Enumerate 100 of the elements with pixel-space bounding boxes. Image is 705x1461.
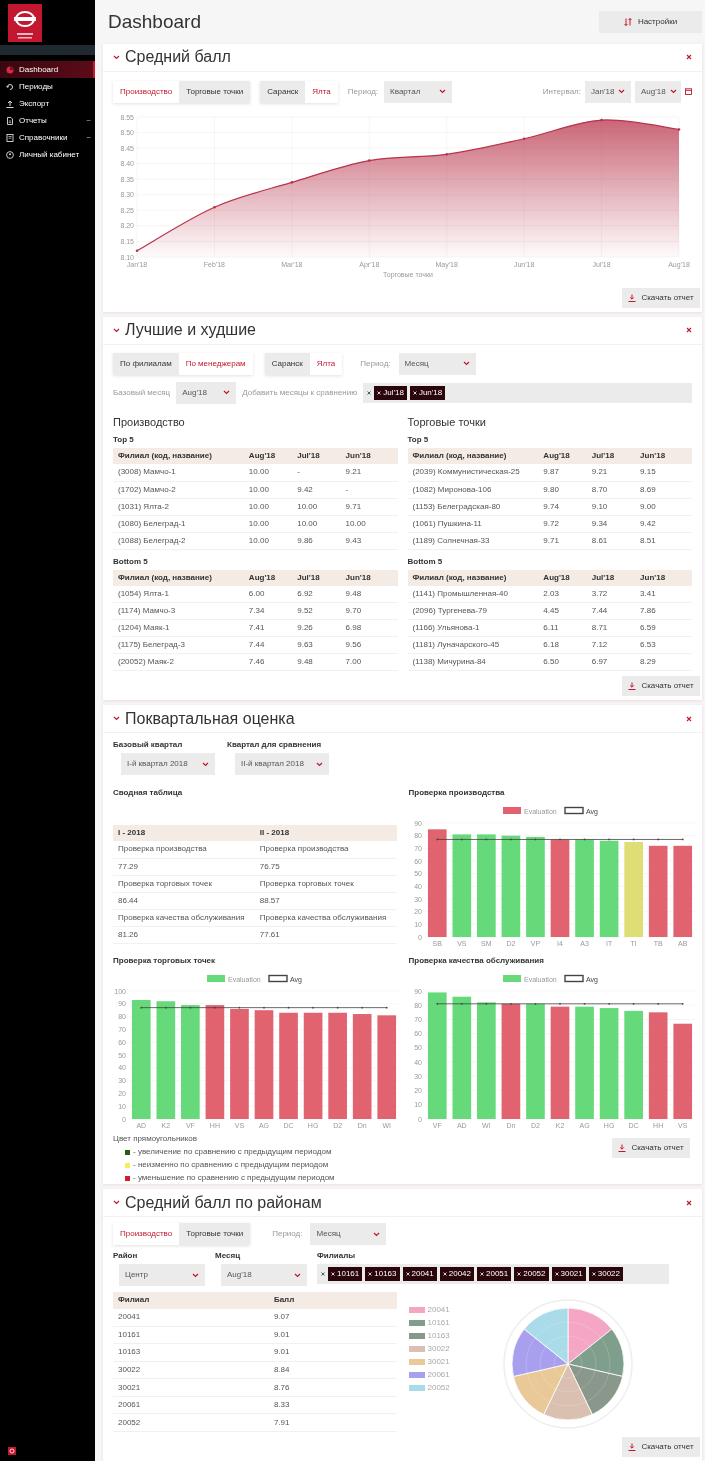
remove-icon[interactable] (368, 1272, 373, 1276)
download-button[interactable]: Скачать отчет (612, 1138, 690, 1158)
legend-label: 30021 (427, 1356, 450, 1368)
table-cell: 10.00 (292, 498, 341, 515)
toggle-tab[interactable]: Ялта (305, 80, 338, 103)
remove-icon[interactable] (480, 1272, 484, 1276)
tag-chip[interactable]: 30022 (588, 1267, 623, 1281)
calendar-icon[interactable] (685, 88, 692, 95)
close-icon[interactable] (686, 54, 692, 60)
clear-icon[interactable] (321, 1272, 325, 1276)
remove-icon[interactable] (331, 1272, 335, 1276)
dropdown[interactable]: I-й квартал 2018 (121, 753, 215, 775)
table-cell: (2096) Тургенева-79 (407, 602, 539, 620)
table-cell: 6.97 (586, 653, 636, 671)
tags-field[interactable]: Jul'18 Jun'18 (363, 382, 692, 403)
remove-icon[interactable] (517, 1272, 522, 1276)
dropdown[interactable]: Месяц (310, 1223, 387, 1245)
table-cell: 6.59 (635, 619, 692, 637)
toggle-tab[interactable]: По филиалам (113, 352, 179, 375)
sidebar-item[interactable]: Справочники (0, 129, 95, 146)
table-cell: 8.51 (635, 532, 692, 549)
tag-chip[interactable]: 10163 (365, 1267, 400, 1281)
toggle-tab[interactable]: Саранск (260, 80, 306, 103)
table-cell: 9.74 (538, 498, 587, 515)
field-label: Филиалы (317, 1250, 357, 1262)
toggle-tab[interactable]: Ялта (309, 352, 343, 375)
toggle-tab[interactable]: По менеджерам (178, 352, 253, 375)
column-header: Jul'18 (586, 569, 636, 586)
settings-button[interactable]: Настройки (599, 11, 702, 34)
toggle-tab[interactable]: Торговые точки (179, 1223, 251, 1245)
table-cell: - (292, 464, 341, 481)
table-cell: 9.72 (538, 515, 587, 532)
toggle-tab[interactable]: Производство (113, 80, 180, 103)
dropdown[interactable]: Квартал (384, 80, 453, 103)
dropdown[interactable]: Aug'18 (221, 1264, 307, 1286)
sidebar-item[interactable]: Личный кабинет (0, 146, 95, 163)
remove-icon[interactable] (405, 1272, 410, 1276)
legend-label: 20061 (427, 1369, 450, 1381)
toggle-tab[interactable]: Саранск (264, 352, 310, 375)
sidebar-item[interactable]: Отчеты (0, 112, 95, 129)
table-cell: (1061) Пушкина-11 (407, 515, 539, 532)
remove-icon[interactable] (412, 390, 417, 395)
download-button[interactable]: Скачать отчет (622, 287, 700, 308)
data-point (290, 180, 294, 184)
menu-search-field[interactable] (0, 45, 95, 55)
download-button[interactable]: Скачать отчет (622, 1437, 700, 1457)
dropdown[interactable]: Aug'18 (176, 381, 237, 404)
sidebar-item[interactable]: Периоды (0, 78, 95, 95)
table-cell: 6.50 (538, 653, 587, 671)
table-cell: (1153) Белеградская-80 (407, 498, 539, 515)
table-cell: 3.72 (586, 585, 636, 603)
close-icon[interactable] (686, 1199, 692, 1206)
remove-icon[interactable] (377, 390, 382, 395)
field-label: Интервал: (542, 85, 581, 98)
tags-field[interactable]: 10161 10163 20041 20042 20051 20052 30021 30022 (317, 1264, 669, 1284)
table-cell: 8.70 (586, 481, 636, 498)
remove-icon[interactable] (442, 1272, 447, 1276)
data-point (445, 152, 448, 156)
download-icon (628, 293, 637, 302)
sidebar-item[interactable]: Dashboard (0, 61, 95, 78)
sidebar-item[interactable]: Экспорт (0, 95, 95, 112)
clear-icon[interactable] (367, 390, 372, 395)
table-cell: 6.11 (538, 619, 587, 637)
table-cell: 9.34 (586, 515, 636, 532)
tag-chip[interactable]: 20051 (477, 1267, 512, 1281)
close-icon[interactable] (686, 715, 692, 722)
tag-chip[interactable]: 20052 (514, 1267, 549, 1281)
dropdown[interactable]: II-й квартал 2018 (235, 753, 329, 775)
table-cell: 9.21 (586, 464, 636, 481)
remove-icon[interactable] (591, 1272, 596, 1276)
logo-icon[interactable] (8, 4, 42, 42)
table-cell: 7.44 (586, 602, 636, 620)
table-cell: 30021 (113, 1378, 269, 1397)
dropdown[interactable]: Jan'18 (585, 80, 631, 103)
tag-chip[interactable]: 20041 (402, 1267, 437, 1281)
dropdown[interactable]: Месяц (398, 352, 476, 375)
tag-chip[interactable]: 10161 (328, 1267, 363, 1281)
tag-chip[interactable]: 20042 (439, 1267, 474, 1281)
dropdown[interactable]: Aug'18 (635, 80, 681, 103)
dropdown[interactable]: Центр (119, 1264, 205, 1286)
download-button[interactable]: Скачать отчет (622, 676, 700, 696)
table-cell: Проверка торговых точек (113, 875, 255, 892)
remove-icon[interactable] (554, 1272, 559, 1276)
close-icon[interactable] (686, 327, 692, 333)
table-cell: 4.45 (538, 602, 587, 620)
table-cell: 20052 (113, 1413, 269, 1432)
collapse-icon[interactable] (113, 716, 120, 721)
tag-chip[interactable]: 30021 (551, 1267, 586, 1281)
column-header: Филиал (код, название) (407, 569, 539, 586)
chevron-down-icon (223, 390, 231, 395)
collapse-icon[interactable] (113, 1200, 120, 1205)
toggle-tab[interactable]: Торговые точки (179, 80, 251, 103)
collapse-icon[interactable] (113, 54, 120, 60)
field-label: Месяц (215, 1250, 242, 1262)
tag-chip[interactable]: Jun'18 (409, 385, 446, 400)
table-cell: Проверка качества обслуживания (113, 909, 255, 926)
table-cell: 7.86 (635, 602, 692, 620)
collapse-icon[interactable] (113, 327, 120, 333)
tag-chip[interactable]: Jul'18 (374, 385, 407, 400)
toggle-tab[interactable]: Производство (113, 1223, 180, 1245)
